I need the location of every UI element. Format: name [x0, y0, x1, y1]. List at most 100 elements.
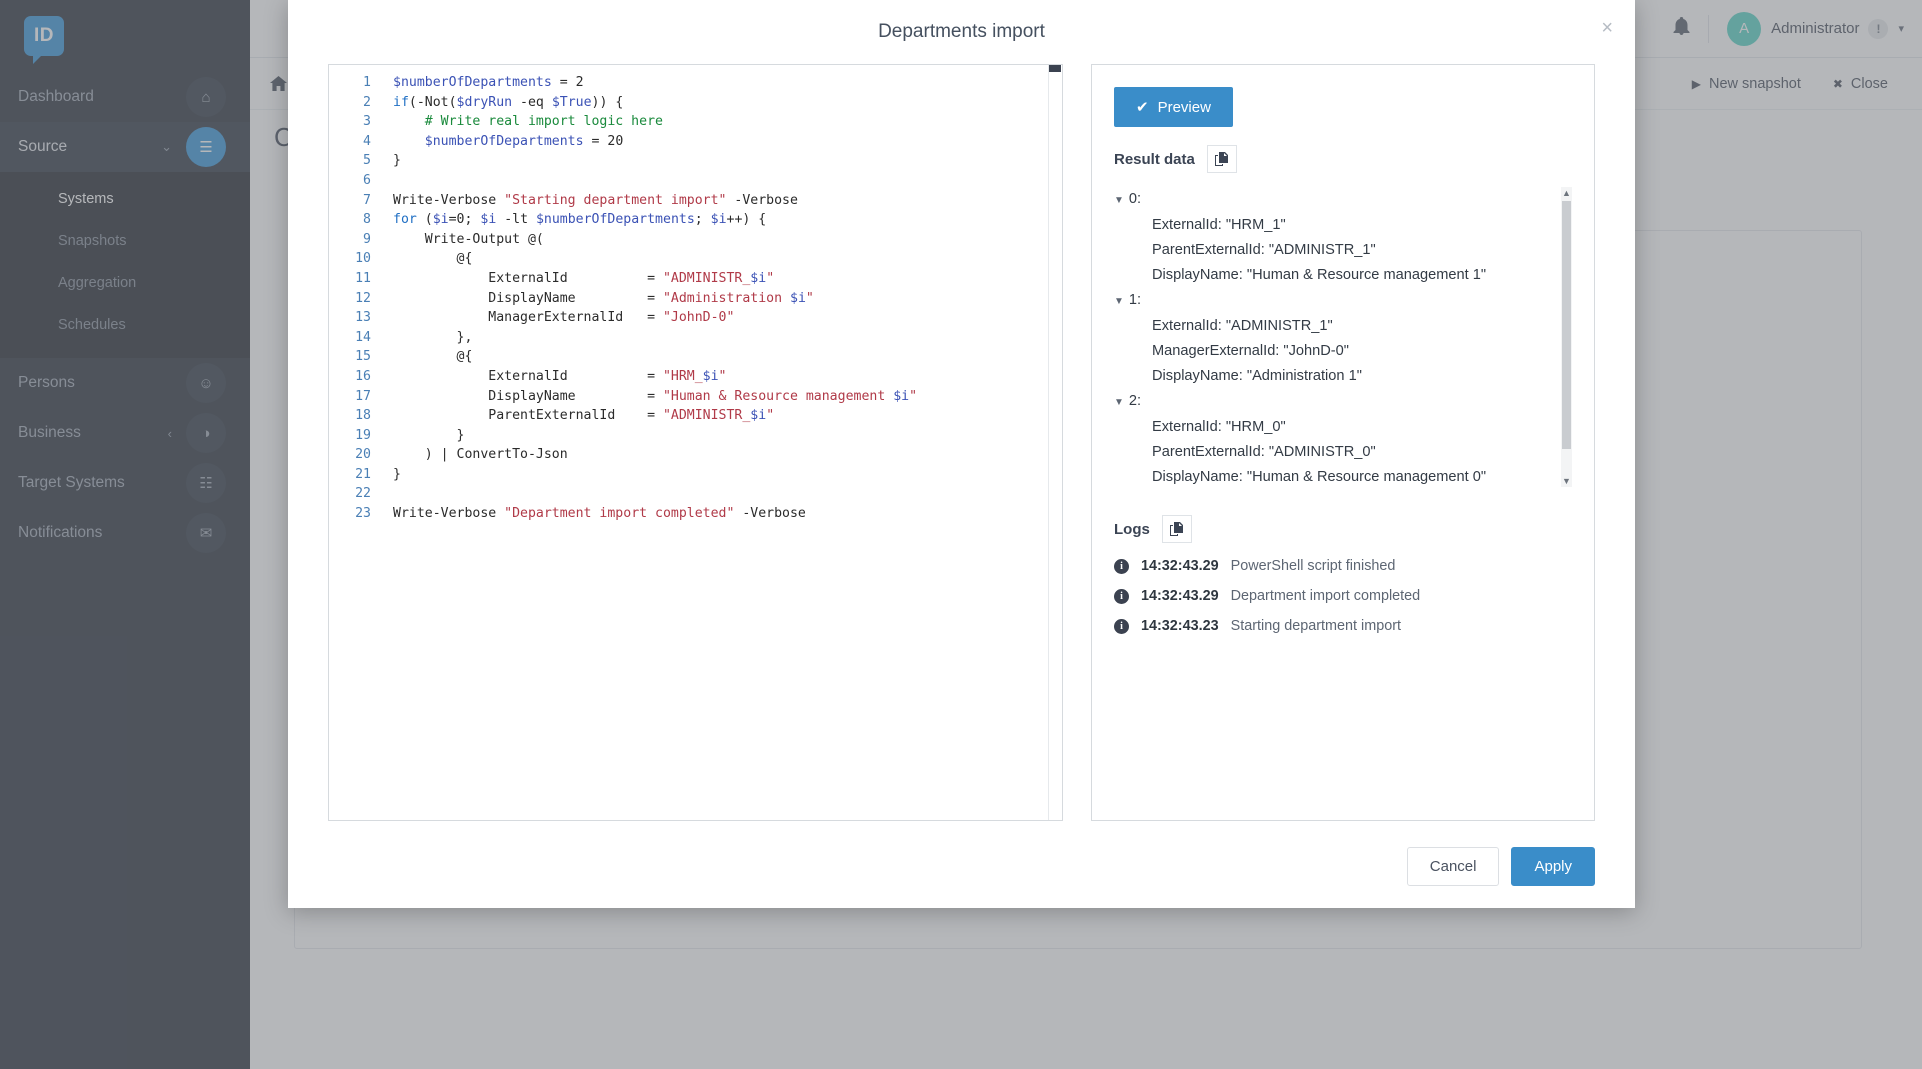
copy-logs-icon[interactable]	[1161, 515, 1192, 543]
line-number: 1	[363, 75, 371, 90]
line-number: 11	[355, 270, 371, 286]
log-row: i 14:32:43.29 PowerShell script finished	[1114, 551, 1572, 581]
code-line: 19 }	[329, 426, 1062, 446]
code-line: 8 for ($i=0; $i -lt $numberOfDepartments;…	[329, 210, 1062, 230]
code-line: 15 @{	[329, 347, 1062, 367]
line-number: 8	[363, 212, 371, 228]
line-number: 13	[355, 310, 371, 326]
code-line: 2 if(-Not($dryRun -eq $True)) {	[329, 93, 1062, 113]
line-text: # Write real import logic here	[393, 114, 663, 130]
result-node[interactable]: ▼ 2:	[1114, 389, 1556, 415]
line-text: ParentExternalId = "ADMINISTR_$i"	[393, 408, 775, 424]
result-property: ParentExternalId: "ADMINISTR_1"	[1152, 242, 1376, 258]
script-editor[interactable]: 1 $numberOfDepartments = 2 2 if(-Not($dryRu…	[328, 64, 1063, 821]
code-line: 1 $numberOfDepartments = 2	[329, 73, 1062, 93]
editor-scrollbar-thumb[interactable]	[1049, 65, 1061, 72]
result-node[interactable]: ▼ 1:	[1114, 288, 1556, 314]
result-property: ExternalId: "HRM_0"	[1152, 419, 1286, 435]
close-icon[interactable]: ×	[1601, 18, 1613, 38]
caret-down-icon: ▼	[1114, 397, 1124, 408]
line-number: 18	[355, 408, 371, 424]
result-data-tree[interactable]: ▼ 0: ExternalId: "HRM_1" ParentExternalId: …	[1114, 187, 1572, 497]
line-number: 12	[355, 290, 371, 306]
result-scrollbar-thumb[interactable]	[1562, 201, 1571, 449]
result-scrollbar[interactable]: ▲ ▼	[1561, 187, 1572, 487]
info-icon: i	[1114, 618, 1129, 634]
editor-scrollbar[interactable]	[1048, 65, 1062, 820]
line-number: 4	[363, 133, 371, 149]
code-line: 17 DisplayName = "Human & Resource manag…	[329, 387, 1062, 407]
info-icon: i	[1114, 558, 1129, 574]
code-line: 12 DisplayName = "Administration $i"	[329, 289, 1062, 309]
code-line: 16 ExternalId = "HRM_$i"	[329, 367, 1062, 387]
code-line: 3 # Write real import logic here	[329, 112, 1062, 132]
cancel-button[interactable]: Cancel	[1406, 846, 1500, 886]
result-property: DisplayName: "Administration 1"	[1152, 368, 1362, 384]
info-icon: i	[1114, 588, 1129, 604]
line-number: 7	[363, 192, 371, 208]
line-number: 19	[355, 427, 371, 443]
line-text: @{	[393, 251, 473, 267]
line-text: $numberOfDepartments = 2	[393, 75, 584, 90]
line-number: 2	[363, 94, 371, 110]
code-line: 11 ExternalId = "ADMINISTR_$i"	[329, 269, 1062, 289]
log-message: Starting department import	[1230, 618, 1401, 634]
log-row: i 14:32:43.29 Department import completed	[1114, 581, 1572, 611]
line-text: Write-Verbose "Department import complet…	[393, 506, 806, 522]
preview-label: Preview	[1157, 98, 1211, 116]
result-node-index: 2:	[1128, 393, 1142, 409]
line-text: if(-Not($dryRun -eq $True)) {	[393, 94, 624, 110]
log-timestamp: 14:32:43.29	[1141, 588, 1219, 604]
caret-down-icon: ▼	[1114, 296, 1124, 307]
apply-button[interactable]: Apply	[1511, 846, 1595, 886]
code-line: 9 Write-Output @(	[329, 230, 1062, 250]
code-line: 4 $numberOfDepartments = 20	[329, 132, 1062, 152]
line-number: 22	[355, 486, 371, 502]
result-property: DisplayName: "Human & Resource managemen…	[1152, 469, 1487, 485]
line-number: 10	[355, 251, 371, 267]
line-text: DisplayName = "Human & Resource manageme…	[393, 388, 918, 404]
line-text	[385, 484, 393, 504]
caret-down-icon: ▼	[1114, 195, 1124, 206]
line-number: 23	[355, 506, 371, 522]
code-line: 13 ManagerExternalId = "JohnD-0"	[329, 308, 1062, 328]
line-text	[385, 171, 393, 191]
line-text: ExternalId = "HRM_$i"	[393, 368, 727, 384]
result-node-index: 1:	[1128, 292, 1142, 308]
scroll-up-icon[interactable]: ▲	[1561, 187, 1572, 199]
result-node[interactable]: ▼ 0:	[1114, 187, 1556, 213]
log-row: i 14:32:43.23 Starting department import	[1114, 611, 1572, 641]
line-number: 16	[355, 368, 371, 384]
line-text: for ($i=0; $i -lt $numberOfDepartments; …	[393, 212, 767, 228]
line-text: }	[393, 466, 401, 482]
line-text: $numberOfDepartments = 20	[424, 133, 624, 149]
line-number: 20	[355, 447, 371, 463]
code-line: 21}	[329, 465, 1062, 485]
log-timestamp: 14:32:43.23	[1141, 618, 1219, 634]
code-line: 10 @{	[329, 249, 1062, 269]
logs-title: Logs	[1114, 520, 1150, 538]
result-property: ExternalId: "ADMINISTR_1"	[1152, 318, 1333, 334]
line-text: ExternalId = "ADMINISTR_$i"	[393, 270, 775, 286]
logs-header: Logs	[1114, 515, 1572, 543]
scroll-down-icon[interactable]: ▼	[1561, 475, 1572, 487]
script-editor-code[interactable]: 1 $numberOfDepartments = 2 2 if(-Not($dryRu…	[329, 65, 1062, 524]
log-timestamp: 14:32:43.29	[1141, 558, 1219, 574]
line-text: DisplayName = "Administration $i"	[393, 290, 814, 306]
copy-result-icon[interactable]	[1206, 145, 1237, 173]
log-message: Department import completed	[1230, 588, 1421, 604]
result-property: DisplayName: "Human & Resource managemen…	[1152, 267, 1487, 283]
result-data-header: Result data	[1114, 145, 1572, 173]
line-text: ) | ConvertTo-Json	[393, 447, 568, 463]
result-property: ExternalId: "HRM_1"	[1152, 217, 1286, 233]
line-number: 6	[363, 172, 371, 188]
preview-button[interactable]: ✔ Preview	[1114, 87, 1233, 127]
code-line: 5}	[329, 151, 1062, 171]
code-line: 7 Write-Verbose "Starting department impo…	[329, 191, 1062, 211]
line-text: ManagerExternalId = "JohnD-0"	[393, 310, 735, 326]
code-line: 14 },	[329, 328, 1062, 348]
log-message: PowerShell script finished	[1230, 558, 1396, 574]
dialog-title: Departments import	[878, 21, 1045, 42]
result-property: ParentExternalId: "ADMINISTR_0"	[1152, 444, 1376, 460]
line-number: 14	[355, 329, 371, 345]
